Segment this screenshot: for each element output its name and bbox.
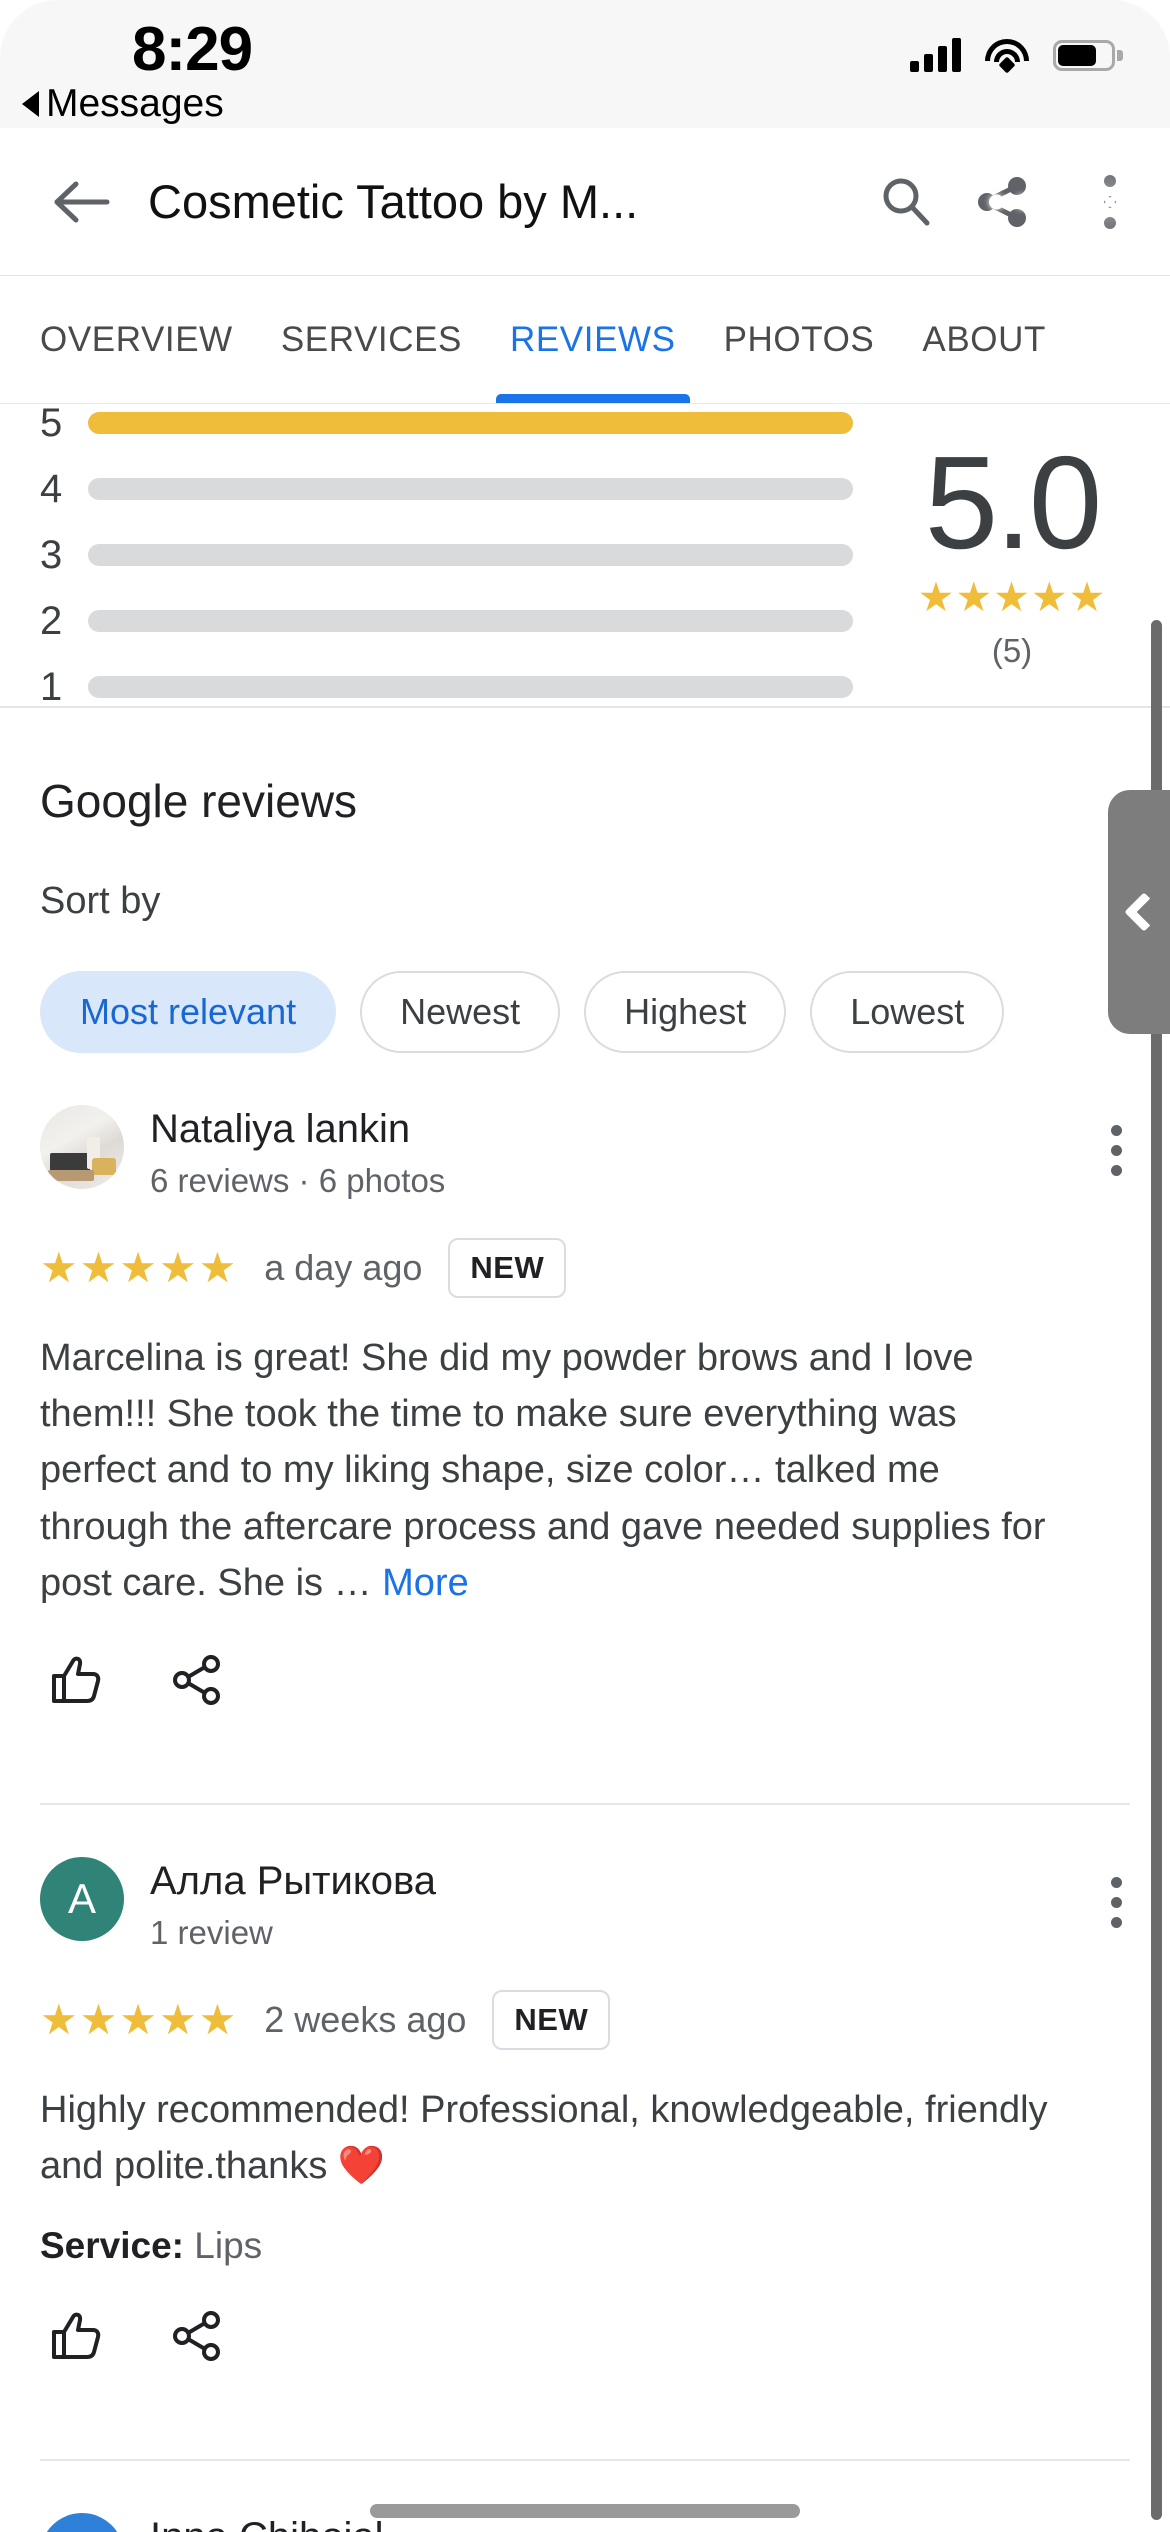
- review-service: Service: Lips: [40, 2195, 1130, 2267]
- review-new-badge: NEW: [448, 1238, 567, 1298]
- histogram-bar-3: [88, 544, 853, 566]
- review-author-name[interactable]: Nataliya lankin: [150, 1107, 1130, 1152]
- avatar[interactable]: [40, 1105, 124, 1189]
- review-action-row: [40, 1611, 1130, 1753]
- app-header: Cosmetic Tattoo by M...: [0, 128, 1170, 276]
- review-author-name[interactable]: Алла Рытикова: [150, 1859, 1130, 1904]
- sort-by-label: Sort by: [40, 880, 161, 922]
- overflow-menu-button[interactable]: [1050, 154, 1170, 250]
- histogram-row-2[interactable]: 2: [40, 599, 880, 644]
- review-stars-icon: ★★★★★: [40, 1244, 239, 1291]
- rating-stars-icon: ★★★★★: [917, 573, 1107, 620]
- review-text: Marcelina is great! She did my powder br…: [40, 1298, 1050, 1611]
- histogram-row-5[interactable]: 5: [40, 401, 880, 446]
- phone-screen: 8:29 Messages Cosmetic Tattoo by M... OV…: [0, 0, 1170, 2532]
- review-author-block: Nataliya lankin 6 reviews · 6 photos: [150, 1105, 1130, 1200]
- search-button[interactable]: [858, 154, 954, 250]
- review-like-button[interactable]: [46, 2307, 104, 2365]
- review-like-button[interactable]: [46, 1651, 104, 1709]
- review-text-body: Marcelina is great! She did my powder br…: [40, 1337, 1046, 1604]
- signal-bars-icon: [910, 38, 961, 72]
- sort-chip-highest[interactable]: Highest: [584, 971, 787, 1053]
- kebab-menu-icon: [1111, 1125, 1122, 1136]
- review-overflow-menu-button[interactable]: [1103, 1869, 1130, 1936]
- review-share-button[interactable]: [168, 2307, 226, 2365]
- review-overflow-menu-button[interactable]: [1103, 2525, 1130, 2532]
- header-actions: [858, 154, 1170, 250]
- review-share-button[interactable]: [168, 1651, 226, 1709]
- review-action-row: [40, 2267, 1130, 2409]
- status-back-label: Messages: [46, 82, 224, 125]
- status-time: 8:29: [132, 15, 253, 84]
- review-item: Nataliya lankin 6 reviews · 6 photos ★★★…: [40, 1053, 1130, 1753]
- home-indicator: [370, 2504, 800, 2518]
- review-header: Nataliya lankin 6 reviews · 6 photos: [40, 1105, 1130, 1200]
- review-author-stats: 1 review: [150, 1914, 273, 1952]
- review-overflow-menu-button[interactable]: [1103, 1117, 1130, 1184]
- chevron-left-icon: [1124, 892, 1164, 932]
- review-new-badge: NEW: [492, 1990, 611, 2051]
- sort-chip-newest[interactable]: Newest: [360, 971, 561, 1053]
- review-author-block: Алла Рытикова 1 review: [150, 1857, 1130, 1952]
- share-overlay-dots-icon: [989, 194, 1056, 209]
- histogram-bar-1: [88, 676, 853, 698]
- histogram-bar-2: [88, 610, 853, 632]
- histogram-label-4: 4: [40, 466, 63, 511]
- battery-icon: [1053, 39, 1123, 71]
- tab-about[interactable]: ABOUT: [898, 276, 1070, 403]
- sort-chip-lowest[interactable]: Lowest: [810, 971, 1005, 1053]
- histogram-label-5: 5: [40, 400, 63, 445]
- status-back-to-messages[interactable]: Messages: [22, 82, 224, 126]
- review-text: Highly recommended! Professional, knowle…: [40, 2089, 1048, 2188]
- histogram-row-3[interactable]: 3: [40, 533, 880, 578]
- status-indicators: [910, 38, 1123, 74]
- histogram-bar-4: [88, 478, 853, 500]
- close-x-icon[interactable]: [1076, 168, 1144, 236]
- wifi-icon: [985, 39, 1029, 74]
- histogram-bar-5: [88, 412, 853, 434]
- histogram-row-1[interactable]: 1: [40, 665, 880, 710]
- review-header: A Алла Рытикова 1 review: [40, 1857, 1130, 1952]
- share-icon: [173, 2310, 220, 2361]
- back-triangle-icon: [22, 91, 39, 117]
- page-title: Cosmetic Tattoo by M...: [148, 175, 639, 228]
- share-button[interactable]: [954, 154, 1056, 250]
- thumbs-up-icon: [52, 1656, 101, 1704]
- status-bar: 8:29 Messages: [0, 0, 1170, 128]
- section-title: Google reviews: [40, 775, 358, 827]
- histogram-label-2: 2: [40, 598, 63, 643]
- rating-histogram: 5 4 3 2 1: [0, 371, 880, 740]
- review-item: A Алла Рытикова 1 review ★★★★★ 2 weeks a…: [40, 1803, 1130, 2408]
- avatar[interactable]: A: [40, 1857, 124, 1942]
- back-button[interactable]: [30, 179, 134, 225]
- avatar[interactable]: I: [40, 2512, 124, 2532]
- review-timestamp: a day ago: [264, 1247, 423, 1288]
- review-service-label: Service:: [40, 2224, 184, 2266]
- reviews-body: Google reviews Sort by Most relevant New…: [0, 708, 1170, 2532]
- share-icon: [173, 1655, 220, 1706]
- rating-score: 5.0: [924, 429, 1102, 577]
- review-timestamp: 2 weeks ago: [264, 1999, 467, 2041]
- sort-chip-group: Most relevant Newest Highest Lowest: [40, 923, 1130, 1053]
- review-rating-row: ★★★★★ a day ago NEW: [40, 1200, 1130, 1298]
- histogram-label-3: 3: [40, 532, 63, 577]
- review-author-stats: 6 reviews · 6 photos: [150, 1162, 446, 1199]
- review-service-value: Lips: [194, 2224, 263, 2266]
- histogram-label-1: 1: [40, 664, 63, 709]
- kebab-menu-icon: [1111, 1877, 1122, 1889]
- review-rating-row: ★★★★★ 2 weeks ago NEW: [40, 1952, 1130, 2051]
- arrow-left-icon: [54, 181, 110, 222]
- review-more-link[interactable]: More: [382, 1562, 469, 1604]
- histogram-row-4[interactable]: 4: [40, 467, 880, 512]
- review-item: I Inna Chihoial 1 review: [40, 2458, 1130, 2532]
- review-stars-icon: ★★★★★: [40, 1996, 239, 2044]
- rating-summary-panel: 5 4 3 2 1 5.0 ★★★★★ (5): [0, 401, 1170, 709]
- sort-chip-most-relevant[interactable]: Most relevant: [40, 971, 337, 1053]
- rating-score-block: 5.0 ★★★★★ (5): [880, 429, 1170, 670]
- thumbs-up-icon: [52, 2312, 101, 2359]
- side-panel-toggle[interactable]: [1108, 790, 1170, 1034]
- search-icon: [883, 178, 930, 225]
- rating-count: (5): [991, 631, 1033, 669]
